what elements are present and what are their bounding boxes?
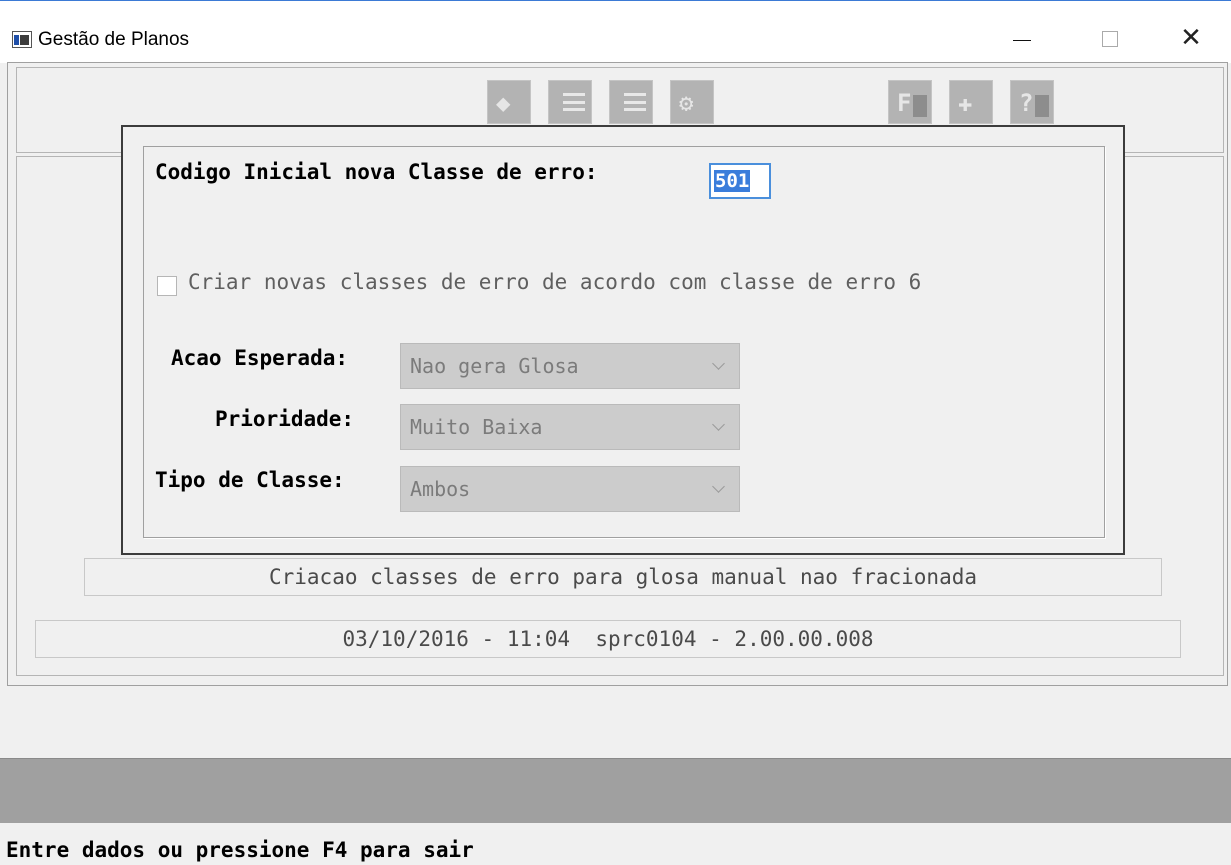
toolbar-edit-button[interactable]: ◆ xyxy=(487,80,531,124)
create-classes-checkbox[interactable] xyxy=(157,276,177,296)
gears-icon: ⚙ xyxy=(679,89,694,117)
tipo-label: Tipo de Classe: xyxy=(155,468,345,492)
maximize-button[interactable] xyxy=(1088,23,1134,57)
tipo-select[interactable]: Ambos xyxy=(400,466,740,512)
help-icon: ? xyxy=(1019,89,1034,117)
chevron-down-icon xyxy=(712,357,725,370)
code-value: 501 xyxy=(714,170,751,192)
chevron-down-icon xyxy=(712,480,725,493)
toolbar-checklist-button[interactable] xyxy=(609,80,653,124)
info-message: Criacao classes de erro para glosa manua… xyxy=(84,558,1162,596)
toolbar-help-button[interactable]: ? xyxy=(1010,80,1054,124)
checklist-icon xyxy=(624,93,646,111)
acao-select[interactable]: Nao gera Glosa xyxy=(400,343,740,389)
toolbar-gears-button[interactable]: ⚙ xyxy=(670,80,714,124)
app-icon xyxy=(12,31,32,48)
edit-icon: ◆ xyxy=(496,89,511,117)
version-info: 03/10/2016 - 11:04 sprc0104 - 2.00.00.00… xyxy=(35,620,1181,658)
list-icon xyxy=(563,93,585,111)
title-bar: Gestão de Planos ✕ xyxy=(0,0,1231,63)
toolbar-exit-button[interactable]: ✚ xyxy=(949,80,993,124)
toolbar-f-button[interactable]: F xyxy=(888,80,932,124)
tipo-value: Ambos xyxy=(410,477,471,501)
code-input[interactable]: 501 xyxy=(709,163,771,199)
status-bar xyxy=(0,758,1231,823)
toolbar-list-button[interactable] xyxy=(548,80,592,124)
prioridade-select[interactable]: Muito Baixa xyxy=(400,404,740,450)
close-button[interactable]: ✕ xyxy=(1168,23,1214,57)
acao-label: Acao Esperada: xyxy=(171,346,349,370)
minimize-button[interactable] xyxy=(998,23,1044,57)
exit-icon: ✚ xyxy=(958,89,973,117)
prioridade-label: Prioridade: xyxy=(215,407,355,431)
prioridade-value: Muito Baixa xyxy=(410,415,543,439)
chevron-down-icon xyxy=(712,418,725,431)
create-classes-label[interactable]: Criar novas classes de erro de acordo co… xyxy=(188,270,921,294)
status-message: Entre dados ou pressione F4 para sair xyxy=(6,838,474,862)
window-title: Gestão de Planos xyxy=(38,29,190,50)
f-key-icon: F xyxy=(897,89,912,117)
code-label: Codigo Inicial nova Classe de erro: xyxy=(155,160,598,184)
acao-value: Nao gera Glosa xyxy=(410,354,579,378)
